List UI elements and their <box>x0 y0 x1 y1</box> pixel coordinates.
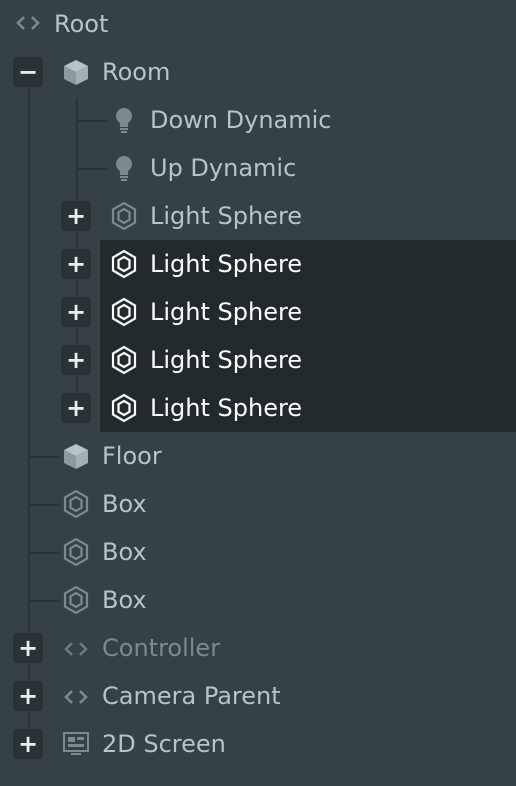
tree-row-down-dynamic[interactable]: Down Dynamic <box>0 96 516 144</box>
expand-toggle[interactable]: + <box>61 345 91 375</box>
code-brackets-icon <box>64 690 88 704</box>
hexagon-icon <box>111 346 137 374</box>
scene-hierarchy: Root − Room Down Dynamic Up Dynamic + Li… <box>0 0 516 786</box>
tree-row-label: Up Dynamic <box>150 154 297 182</box>
screen-icon <box>63 732 89 755</box>
tree-row-label: Box <box>102 490 147 518</box>
expand-toggle[interactable]: + <box>61 297 91 327</box>
tree-row-label: Light Sphere <box>150 346 303 374</box>
expand-toggle[interactable]: + <box>13 633 43 663</box>
light-bulb-icon <box>116 108 132 133</box>
expand-toggle[interactable]: + <box>61 249 91 279</box>
code-brackets-icon <box>64 642 88 656</box>
tree-row-label: Floor <box>102 442 162 470</box>
tree-row-label: Down Dynamic <box>150 106 332 134</box>
tree-row-room[interactable]: − Room <box>0 48 516 96</box>
tree-row-label: Light Sphere <box>150 298 303 326</box>
tree-row-label: Light Sphere <box>150 250 303 278</box>
tree-row-light-sphere[interactable]: + Light Sphere <box>0 192 516 240</box>
expand-toggle[interactable]: + <box>13 681 43 711</box>
tree-row-light-sphere-selected[interactable]: + Light Sphere <box>0 240 516 288</box>
tree-row-light-sphere-selected[interactable]: + Light Sphere <box>0 288 516 336</box>
tree-row-label: Root <box>54 10 109 38</box>
cube-icon <box>64 444 88 469</box>
hexagon-icon <box>111 298 137 326</box>
tree-row-label: Box <box>102 538 147 566</box>
tree-row-label: Camera Parent <box>102 682 281 710</box>
tree-row-floor[interactable]: Floor <box>0 432 516 480</box>
tree-row-light-sphere-selected[interactable]: + Light Sphere <box>0 336 516 384</box>
tree-row-box[interactable]: Box <box>0 528 516 576</box>
tree-row-up-dynamic[interactable]: Up Dynamic <box>0 144 516 192</box>
tree-row-label: 2D Screen <box>102 730 226 758</box>
expand-toggle[interactable]: + <box>61 393 91 423</box>
hexagon-icon <box>63 490 89 518</box>
tree-row-label: Light Sphere <box>150 202 303 230</box>
collapse-toggle[interactable]: − <box>13 57 43 87</box>
cube-icon <box>64 60 88 85</box>
hexagon-icon <box>63 586 89 614</box>
tree-row-2d-screen[interactable]: + 2D Screen <box>0 720 516 768</box>
tree-row-light-sphere-selected[interactable]: + Light Sphere <box>0 384 516 432</box>
tree-row-root[interactable]: Root <box>0 0 516 48</box>
tree-row-label: Box <box>102 586 147 614</box>
tree-row-label: Light Sphere <box>150 394 303 422</box>
tree-row-label: Controller <box>102 634 221 662</box>
tree-row-label: Room <box>102 58 171 86</box>
hexagon-icon <box>111 250 137 278</box>
tree-row-controller[interactable]: + Controller <box>0 624 516 672</box>
expand-toggle[interactable]: + <box>61 201 91 231</box>
expand-toggle[interactable]: + <box>13 729 43 759</box>
hexagon-icon <box>111 394 137 422</box>
code-brackets-icon <box>16 16 40 30</box>
tree-row-box[interactable]: Box <box>0 576 516 624</box>
light-bulb-icon <box>116 156 132 181</box>
tree-row-box[interactable]: Box <box>0 480 516 528</box>
hexagon-icon <box>63 538 89 566</box>
tree-row-camera-parent[interactable]: + Camera Parent <box>0 672 516 720</box>
hexagon-icon <box>111 202 137 230</box>
